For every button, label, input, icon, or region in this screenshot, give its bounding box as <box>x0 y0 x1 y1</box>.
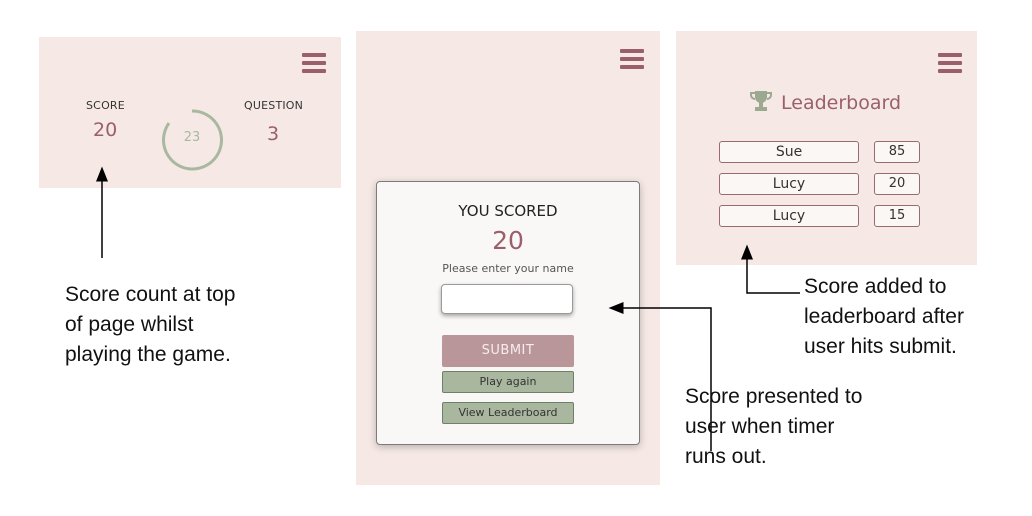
arrow-score-added <box>741 244 800 294</box>
annotation-arrows <box>96 166 800 451</box>
caption-score-added: Score added to leaderboard after user hi… <box>804 275 964 358</box>
caption-score-count: Score count at top of page whilst playin… <box>65 283 236 366</box>
caption-score-presented: Score presented to user when timer runs … <box>685 385 863 468</box>
